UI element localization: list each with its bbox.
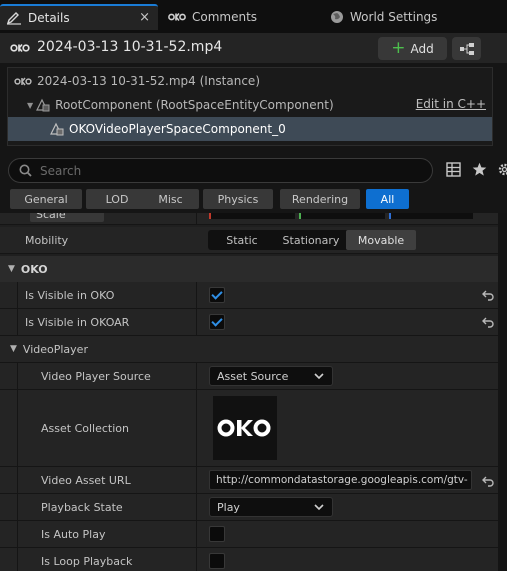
globe-icon xyxy=(330,10,344,24)
video-asset-url-input[interactable]: http://commondatastorage.googleapis.com/… xyxy=(209,470,472,490)
is-visible-okoar-checkbox[interactable] xyxy=(209,314,225,330)
search-icon xyxy=(19,164,32,177)
property-row-video-asset-url: Video Asset URL http://commondatastorage… xyxy=(0,467,498,494)
tab-comments[interactable]: Comments xyxy=(168,4,308,30)
property-row-playback-state: Playback State Play xyxy=(0,494,498,521)
asset-collection-label: Asset Collection xyxy=(41,421,129,435)
component-icon xyxy=(36,98,50,112)
filter-general-button[interactable]: General xyxy=(10,189,82,209)
component-tree: 2024-03-13 10-31-52.mp4 (Instance) ▼ Roo… xyxy=(7,67,493,146)
video-player-source-label: Video Player Source xyxy=(41,369,151,383)
reset-to-default-icon[interactable] xyxy=(482,316,494,328)
add-component-button[interactable]: + Add xyxy=(378,37,447,60)
tab-world-settings-label: World Settings xyxy=(350,10,438,24)
video-asset-url-label: Video Asset URL xyxy=(41,473,131,487)
search-input[interactable] xyxy=(40,163,420,178)
oko-logo-icon xyxy=(14,77,32,86)
vertical-scrollbar[interactable] xyxy=(498,213,507,571)
tab-world-settings[interactable]: World Settings xyxy=(330,4,500,30)
section-videoplayer-label: VideoPlayer xyxy=(22,342,88,356)
tree-item-root[interactable]: ▼ RootComponent (RootSpaceEntityComponen… xyxy=(8,93,492,117)
playback-state-dropdown[interactable]: Play xyxy=(209,497,333,517)
tab-details-label: Details xyxy=(28,11,70,25)
details-header: 2024-03-13 10-31-52.mp4 + Add xyxy=(0,33,507,63)
oko-logo-icon xyxy=(10,43,30,56)
filter-misc-button[interactable]: Misc xyxy=(142,189,199,209)
asset-collection-thumbnail[interactable] xyxy=(213,396,277,460)
mobility-stationary-option[interactable]: Stationary xyxy=(276,230,346,250)
video-player-source-value: Asset Source xyxy=(217,369,289,383)
section-oko-label: OKO xyxy=(20,262,48,276)
collapse-triangle-icon: ▼ xyxy=(8,264,15,274)
add-label: Add xyxy=(410,41,434,56)
collapse-triangle-icon[interactable]: ▼ xyxy=(27,101,33,110)
gear-icon[interactable] xyxy=(497,162,507,180)
property-grid: Scale Mobility Static Stationary Movable… xyxy=(0,213,498,571)
tree-instance-label: 2024-03-13 10-31-52.mp4 (Instance) xyxy=(37,74,260,88)
is-auto-play-checkbox[interactable] xyxy=(209,526,225,542)
scale-x-field[interactable] xyxy=(209,213,295,219)
chevron-down-icon xyxy=(314,504,324,511)
property-row-video-player-source: Video Player Source Asset Source xyxy=(0,363,498,390)
hierarchy-icon xyxy=(459,42,474,55)
tree-item-selected[interactable]: OKOVideoPlayerSpaceComponent_0 xyxy=(8,117,492,141)
is-visible-okoar-label: Is Visible in OKOAR xyxy=(25,315,130,329)
property-row-scale: Scale xyxy=(0,213,498,225)
mobility-movable-option[interactable]: Movable xyxy=(346,230,416,250)
scale-dropdown[interactable]: Scale xyxy=(30,213,104,222)
property-row-is-visible-okoar: Is Visible in OKOAR xyxy=(0,309,498,336)
playback-state-value: Play xyxy=(217,500,240,514)
section-oko[interactable]: ▼ OKO xyxy=(0,256,498,282)
tree-root-label: RootComponent (RootSpaceEntityComponent) xyxy=(55,98,334,112)
table-view-icon[interactable] xyxy=(446,162,461,180)
chevron-down-icon xyxy=(314,373,324,380)
scale-z-field[interactable] xyxy=(389,213,473,219)
property-row-is-visible-oko: Is Visible in OKO xyxy=(0,282,498,309)
reset-to-default-icon[interactable] xyxy=(482,289,494,301)
property-row-mobility: Mobility Static Stationary Movable xyxy=(0,227,498,254)
oko-logo-icon xyxy=(168,12,186,22)
is-visible-oko-checkbox[interactable] xyxy=(209,287,225,303)
is-loop-playback-label: Is Loop Playback xyxy=(41,554,133,568)
oko-logo xyxy=(217,419,271,437)
tree-item-instance[interactable]: 2024-03-13 10-31-52.mp4 (Instance) xyxy=(8,69,492,93)
mobility-static-option[interactable]: Static xyxy=(208,230,276,250)
tab-bar: Details × Comments World Settings xyxy=(0,0,507,33)
mobility-segmented-control: Static Stationary Movable xyxy=(208,230,416,250)
property-row-is-loop-playback: Is Loop Playback xyxy=(0,548,498,571)
video-player-source-dropdown[interactable]: Asset Source xyxy=(209,366,333,386)
is-loop-playback-checkbox[interactable] xyxy=(209,553,225,569)
section-videoplayer[interactable]: ▼ VideoPlayer xyxy=(0,336,498,363)
search-box xyxy=(8,158,433,183)
edit-in-cpp-link[interactable]: Edit in C++ xyxy=(416,97,486,111)
playback-state-label: Playback State xyxy=(41,500,123,514)
scale-y-field[interactable] xyxy=(299,213,385,219)
collapse-triangle-icon: ▼ xyxy=(10,344,17,354)
tree-selected-label: OKOVideoPlayerSpaceComponent_0 xyxy=(69,122,286,136)
is-auto-play-label: Is Auto Play xyxy=(41,527,106,541)
filter-lod-button[interactable]: LOD xyxy=(86,189,148,209)
mobility-label: Mobility xyxy=(25,233,69,247)
filter-physics-button[interactable]: Physics xyxy=(203,189,273,209)
hierarchy-button[interactable] xyxy=(452,37,481,60)
property-row-is-auto-play: Is Auto Play xyxy=(0,521,498,548)
tab-details[interactable]: Details × xyxy=(0,4,158,30)
star-icon[interactable] xyxy=(472,162,487,180)
component-icon xyxy=(50,122,64,136)
is-visible-oko-label: Is Visible in OKO xyxy=(25,288,115,302)
filter-rendering-button[interactable]: Rendering xyxy=(280,189,360,209)
pencil-icon xyxy=(6,11,22,25)
property-row-asset-collection: Asset Collection xyxy=(0,390,498,467)
filter-all-button[interactable]: All xyxy=(366,189,409,209)
asset-title: 2024-03-13 10-31-52.mp4 xyxy=(37,39,223,55)
plus-icon: + xyxy=(391,38,406,58)
reset-to-default-icon[interactable] xyxy=(482,475,494,487)
close-icon[interactable]: × xyxy=(139,10,150,25)
tab-comments-label: Comments xyxy=(192,10,258,24)
